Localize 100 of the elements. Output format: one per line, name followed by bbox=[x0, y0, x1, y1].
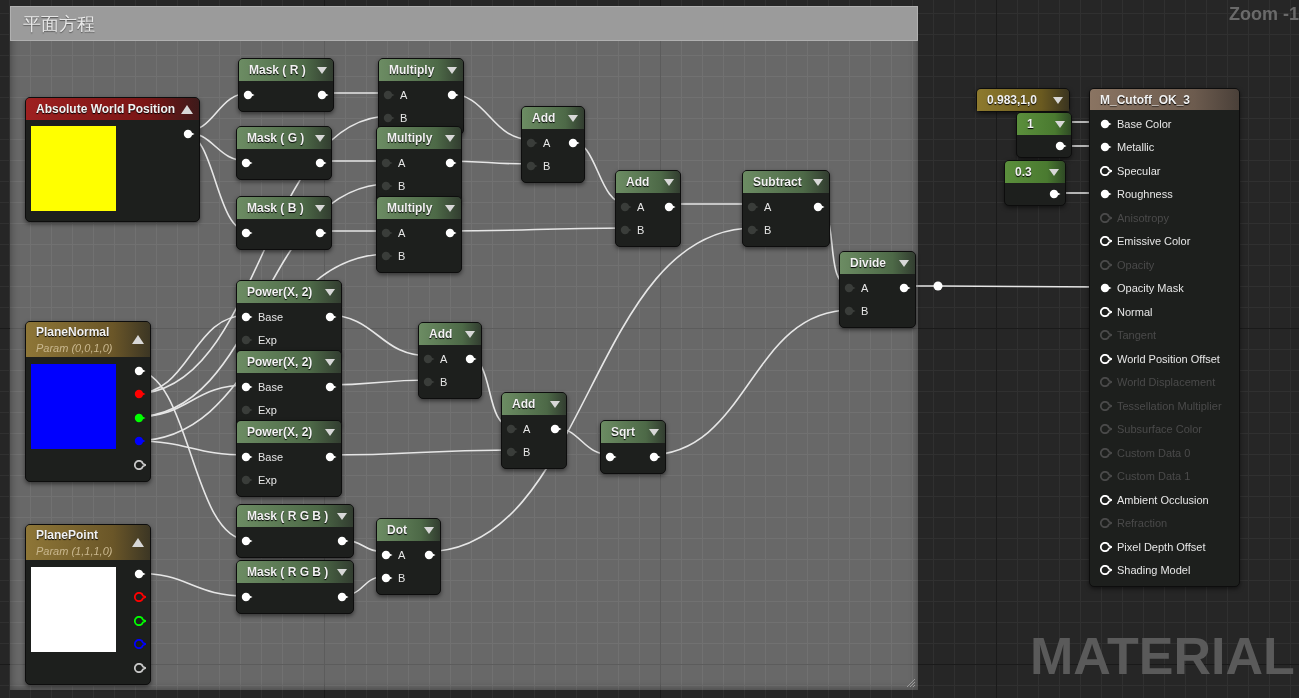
collapse-arrow-icon[interactable] bbox=[899, 259, 909, 267]
collapse-arrow-icon[interactable] bbox=[1055, 120, 1065, 128]
graph-node[interactable]: Add A B bbox=[615, 170, 681, 247]
graph-node[interactable]: Add A B bbox=[501, 392, 567, 469]
node-title: Mask ( R G B ) bbox=[247, 509, 330, 523]
graph-node[interactable]: 0.983,1,0 bbox=[976, 88, 1070, 112]
graph-node[interactable]: Subtract A B bbox=[742, 170, 830, 247]
pin-icon[interactable] bbox=[899, 282, 911, 293]
pin-icon[interactable] bbox=[325, 381, 337, 392]
pin-icon[interactable] bbox=[241, 451, 253, 462]
expand-arrow-icon[interactable] bbox=[132, 538, 144, 547]
graph-node[interactable]: Add A B bbox=[418, 322, 482, 399]
pin-label: B bbox=[861, 305, 869, 318]
graph-node[interactable]: Multiply A B bbox=[376, 196, 462, 273]
pin-icon[interactable] bbox=[1100, 142, 1112, 153]
collapse-arrow-icon[interactable] bbox=[315, 134, 325, 142]
pin-icon[interactable] bbox=[315, 227, 327, 238]
graph-node[interactable]: PlanePoint Param (1,1,1,0) bbox=[25, 524, 151, 685]
pin-icon[interactable] bbox=[317, 89, 329, 100]
graph-node[interactable] bbox=[1089, 88, 1240, 587]
pin-icon[interactable] bbox=[813, 201, 825, 212]
pin-icon[interactable] bbox=[241, 311, 253, 322]
pin-icon[interactable] bbox=[315, 157, 327, 168]
graph-node[interactable]: Sqrt bbox=[600, 420, 666, 474]
pin-icon[interactable] bbox=[1100, 189, 1112, 200]
collapse-arrow-icon[interactable] bbox=[424, 526, 434, 534]
pin-icon[interactable] bbox=[568, 137, 580, 148]
pin-label: A bbox=[861, 281, 869, 294]
pin-icon[interactable] bbox=[325, 311, 337, 322]
collapse-arrow-icon[interactable] bbox=[325, 428, 335, 436]
collapse-arrow-icon[interactable] bbox=[550, 400, 560, 408]
pin-icon[interactable] bbox=[550, 423, 562, 434]
pin-label: B bbox=[398, 572, 406, 585]
pin-icon[interactable] bbox=[424, 549, 436, 560]
graph-node[interactable]: Mask ( R G B ) bbox=[236, 560, 354, 614]
pin-icon[interactable] bbox=[465, 353, 477, 364]
graph-node[interactable]: Mask ( B ) bbox=[236, 196, 332, 250]
reroute-knot[interactable] bbox=[933, 281, 943, 291]
pin-icon[interactable] bbox=[134, 365, 146, 376]
graph-node[interactable]: Dot A B bbox=[376, 518, 441, 595]
pin-icon[interactable] bbox=[241, 591, 253, 602]
graph-node[interactable]: Absolute World Position bbox=[25, 97, 200, 222]
collapse-arrow-icon[interactable] bbox=[1049, 168, 1059, 176]
pin-icon[interactable] bbox=[1049, 189, 1061, 199]
collapse-arrow-icon[interactable] bbox=[317, 66, 327, 74]
collapse-arrow-icon[interactable] bbox=[337, 512, 347, 520]
pin-icon[interactable] bbox=[445, 157, 457, 168]
collapse-arrow-icon[interactable] bbox=[1053, 96, 1063, 104]
collapse-arrow-icon[interactable] bbox=[813, 178, 823, 186]
graph-node[interactable]: Mask ( R G B ) bbox=[236, 504, 354, 558]
collapse-arrow-icon[interactable] bbox=[325, 288, 335, 296]
pin-icon[interactable] bbox=[381, 549, 393, 560]
expand-arrow-icon[interactable] bbox=[132, 335, 144, 344]
graph-node[interactable]: Mask ( G ) bbox=[236, 126, 332, 180]
graph-node[interactable]: 1 bbox=[1016, 112, 1072, 158]
collapse-arrow-icon[interactable] bbox=[325, 358, 335, 366]
collapse-arrow-icon[interactable] bbox=[447, 66, 457, 74]
node-title: Divide bbox=[850, 256, 887, 270]
collapse-arrow-icon[interactable] bbox=[445, 134, 455, 142]
pin-label: A bbox=[637, 200, 645, 213]
graph-node[interactable]: 0.3 bbox=[1004, 160, 1066, 206]
collapse-arrow-icon[interactable] bbox=[465, 330, 475, 338]
pin-icon[interactable] bbox=[1055, 141, 1067, 151]
graph-node[interactable]: PlaneNormal Param (0,0,1,0) bbox=[25, 321, 151, 482]
node-subtitle: Param (1,1,1,0) bbox=[36, 545, 114, 557]
resize-grip-icon[interactable] bbox=[906, 678, 916, 688]
pin-icon[interactable] bbox=[243, 89, 255, 100]
graph-node[interactable]: Mask ( R ) bbox=[238, 58, 334, 112]
pin-label: B bbox=[440, 376, 448, 389]
node-title: Mask ( R ) bbox=[249, 63, 307, 77]
pin-icon[interactable] bbox=[447, 89, 459, 100]
pin-label: Base bbox=[258, 310, 284, 323]
pin-icon[interactable] bbox=[241, 227, 253, 238]
collapse-arrow-icon[interactable] bbox=[445, 204, 455, 212]
collapse-arrow-icon[interactable] bbox=[664, 178, 674, 186]
pin-icon[interactable] bbox=[241, 535, 253, 546]
collapse-arrow-icon[interactable] bbox=[649, 428, 659, 436]
graph-node[interactable]: Add A B bbox=[521, 106, 585, 183]
pin-label: A bbox=[398, 548, 406, 561]
graph-node[interactable]: Divide A B bbox=[839, 251, 916, 328]
pin-icon[interactable] bbox=[337, 535, 349, 546]
pin-icon[interactable] bbox=[1100, 118, 1112, 129]
pin-icon[interactable] bbox=[134, 412, 146, 423]
pin-icon[interactable] bbox=[241, 157, 253, 168]
pin-icon[interactable] bbox=[183, 128, 195, 139]
pin-icon[interactable] bbox=[134, 568, 146, 579]
pin-icon[interactable] bbox=[337, 591, 349, 602]
pin-icon[interactable] bbox=[381, 573, 393, 584]
pin-icon[interactable] bbox=[605, 451, 617, 462]
pin-icon[interactable] bbox=[664, 201, 676, 212]
pin-icon[interactable] bbox=[241, 381, 253, 392]
pin-icon[interactable] bbox=[1100, 283, 1112, 294]
expand-arrow-icon[interactable] bbox=[181, 104, 193, 114]
graph-node[interactable]: Power(X, 2) Base Exp bbox=[236, 420, 342, 497]
collapse-arrow-icon[interactable] bbox=[568, 114, 578, 122]
pin-icon[interactable] bbox=[445, 227, 457, 238]
pin-icon[interactable] bbox=[649, 451, 661, 462]
collapse-arrow-icon[interactable] bbox=[315, 204, 325, 212]
pin-icon[interactable] bbox=[325, 451, 337, 462]
collapse-arrow-icon[interactable] bbox=[337, 568, 347, 576]
